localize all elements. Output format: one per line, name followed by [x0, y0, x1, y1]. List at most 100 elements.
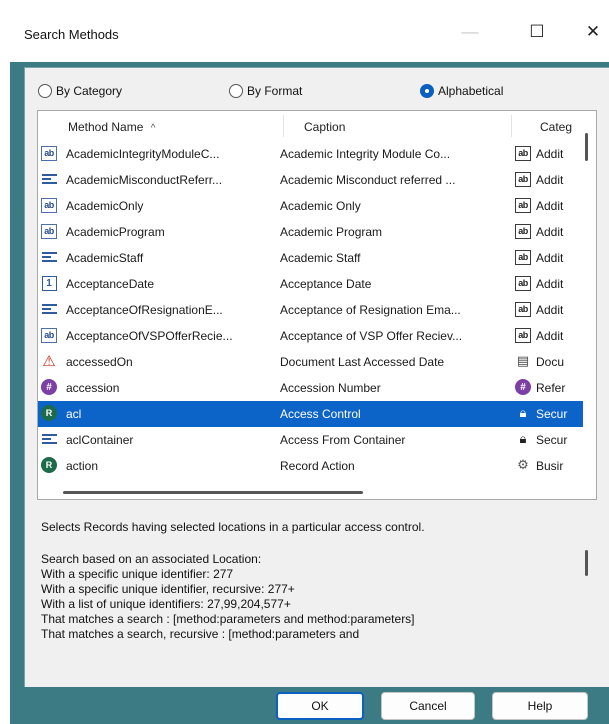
method-name-cell: accession: [66, 381, 120, 395]
window-title: Search Methods: [24, 27, 119, 42]
caption-cell: Academic Integrity Module Co...: [280, 147, 451, 161]
category-cell: Addit: [536, 329, 564, 343]
method-list[interactable]: Method Name ^ Caption Categ ab AcademicIn…: [37, 110, 597, 500]
lock-icon: 🔒︎: [519, 405, 527, 420]
horizontal-scrollbar-thumb[interactable]: [63, 491, 363, 494]
caption-cell: Acceptance Date: [280, 277, 372, 291]
maximize-button[interactable]: ☐: [512, 14, 562, 50]
method-name-cell: AcademicIntegrityModuleC...: [66, 147, 220, 161]
radio-by-category[interactable]: By Category: [38, 80, 122, 102]
text-field-icon: ab: [515, 249, 531, 265]
radio-selected-icon: [420, 84, 434, 98]
gear-icon: ⚙: [517, 457, 529, 472]
hash-icon: #: [41, 379, 57, 395]
radio-by-format[interactable]: By Format: [229, 80, 302, 102]
list-header: Method Name ^ Caption Categ: [38, 111, 596, 141]
text-field-icon: ab: [515, 171, 531, 187]
minimize-button[interactable]: —: [445, 14, 495, 50]
text-field-icon: ab: [515, 145, 531, 161]
list-icon: [41, 431, 57, 447]
text-field-icon: ab: [41, 197, 57, 213]
calendar-icon: 1: [41, 275, 57, 291]
table-row[interactable]: 1 AcceptanceDate Acceptance Date ab Addit: [38, 271, 583, 297]
caption-cell: Record Action: [280, 459, 355, 473]
column-separator[interactable]: [283, 115, 284, 137]
caption-cell: Academic Misconduct referred ...: [280, 173, 456, 187]
category-cell: Addit: [536, 147, 564, 161]
description-line: That matches a search : [method:paramete…: [41, 612, 415, 626]
table-row[interactable]: ab AcceptanceOfVSPOfferRecie... Acceptance…: [38, 323, 583, 349]
column-header-method-name[interactable]: Method Name ^: [68, 120, 155, 134]
radio-label: By Category: [56, 84, 123, 98]
caption-cell: Access Control: [280, 407, 361, 421]
list-icon: [41, 301, 57, 317]
method-name-cell: action: [66, 459, 99, 473]
caption-cell: Academic Staff: [280, 251, 361, 265]
ok-button[interactable]: OK: [276, 692, 364, 720]
column-separator[interactable]: [511, 115, 512, 137]
category-cell: Refer: [536, 381, 566, 395]
text-field-icon: ab: [515, 301, 531, 317]
table-row[interactable]: aclContainer Access From Container 🔒︎ Secur: [38, 427, 583, 453]
category-cell: Addit: [536, 199, 564, 213]
radio-circle-icon: [38, 84, 52, 98]
text-field-icon: ab: [515, 223, 531, 239]
warning-icon: ⚠: [42, 353, 56, 370]
table-row[interactable]: AcceptanceOfResignationE... Acceptance of…: [38, 297, 583, 323]
help-button[interactable]: Help: [492, 692, 588, 720]
category-cell: Addit: [536, 173, 564, 187]
description-line: Selects Records having selected location…: [41, 520, 425, 534]
caption-cell: Acceptance of Resignation Ema...: [280, 303, 461, 317]
category-cell: Secur: [536, 433, 568, 447]
list-icon: [41, 249, 57, 265]
method-name-cell: AcademicOnly: [66, 199, 144, 213]
text-field-icon: ab: [515, 275, 531, 291]
table-row[interactable]: Raction Record Action ⚙ Busir: [38, 453, 583, 479]
security-icon: R: [41, 405, 57, 421]
category-cell: Secur: [536, 407, 568, 421]
caption-cell: Document Last Accessed Date: [280, 355, 445, 369]
column-header-category[interactable]: Categ: [540, 120, 572, 134]
table-row[interactable]: ⚠ accessedOn Document Last Accessed Date ▤ D…: [38, 349, 583, 375]
column-header-caption[interactable]: Caption: [304, 120, 345, 134]
radio-alphabetical[interactable]: Alphabetical: [420, 80, 503, 102]
vertical-scrollbar-thumb[interactable]: [585, 133, 588, 161]
close-button[interactable]: ✕: [568, 14, 609, 50]
radio-circle-icon: [229, 84, 243, 98]
table-row[interactable]: ab AcademicProgram Academic Program ab Addit: [38, 219, 583, 245]
method-description: Selects Records having selected location…: [37, 520, 597, 665]
text-field-icon: ab: [515, 327, 531, 343]
table-row[interactable]: # accession Accession Number # Refer: [38, 375, 583, 401]
table-row[interactable]: AcademicStaff Academic Staff ab Addit: [38, 245, 583, 271]
table-row[interactable]: Racl Access Control 🔒︎ Secur: [38, 401, 583, 427]
description-line: With a specific unique identifier, recur…: [41, 582, 295, 596]
description-line: That matches a search, recursive : [meth…: [41, 627, 360, 641]
table-row[interactable]: ab AcademicOnly Academic Only ab Addit: [38, 193, 583, 219]
method-name-cell: acl: [66, 407, 82, 421]
document-icon: ▤: [516, 353, 530, 368]
description-line: With a specific unique identifier: 277: [41, 567, 234, 581]
hash-icon: #: [515, 379, 531, 395]
description-scrollbar-thumb[interactable]: [585, 550, 588, 576]
caption-cell: Access From Container: [280, 433, 406, 447]
caption-cell: Academic Only: [280, 199, 361, 213]
text-field-icon: ab: [41, 223, 57, 239]
caption-cell: Accession Number: [280, 381, 381, 395]
cancel-button[interactable]: Cancel: [381, 692, 475, 720]
method-name-cell: AcademicProgram: [66, 225, 165, 239]
text-field-icon: ab: [41, 327, 57, 343]
table-row[interactable]: ab AcademicIntegrityModuleC... Academic In…: [38, 141, 583, 167]
method-name-cell: AcademicStaff: [66, 251, 144, 265]
radio-label: Alphabetical: [438, 84, 504, 98]
method-name-cell: AcceptanceOfVSPOfferRecie...: [66, 329, 233, 343]
lock-icon: 🔒︎: [519, 431, 527, 446]
horizontal-scrollbar[interactable]: [38, 483, 596, 499]
method-name-cell: AcceptanceDate: [66, 277, 155, 291]
table-row[interactable]: AcademicMisconductReferr... Academic Misc…: [38, 167, 583, 193]
category-cell: Addit: [536, 225, 564, 239]
security-icon: R: [41, 457, 57, 473]
text-field-icon: ab: [515, 197, 531, 213]
category-cell: Docu: [536, 355, 565, 369]
method-name-cell: AcademicMisconductReferr...: [66, 173, 223, 187]
description-line: With a list of unique identifiers: 27,99…: [41, 597, 291, 611]
